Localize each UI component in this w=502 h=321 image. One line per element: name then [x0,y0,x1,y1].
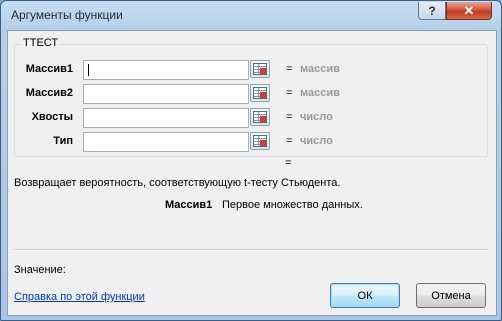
arg-row-array1: Массив1 = массив [15,60,487,80]
function-arguments-group: ТТЕСТ Массив1 = массив Массив2 = массив … [14,37,488,157]
arg-row-array2: Массив2 = массив [15,84,487,104]
arg-type-type: число [300,135,333,147]
collapse-dialog-button-array1[interactable] [250,60,270,78]
argument-help-name: Массив1 [165,199,213,211]
close-button[interactable]: ✕ [446,2,492,20]
collapse-dialog-button-tails[interactable] [250,108,270,126]
title-bar[interactable]: Аргументы функции ? ✕ [1,1,501,31]
arg-equals-type: = [286,135,293,147]
collapse-dialog-button-array2[interactable] [250,84,270,102]
arg-equals-array2: = [286,87,293,99]
dialog-window: Аргументы функции ? ✕ ТТЕСТ Массив1 = ма… [0,0,502,321]
window-title: Аргументы функции [11,8,123,22]
array2-input[interactable] [83,84,249,104]
arg-equals-array1: = [286,63,293,75]
type-input[interactable] [83,132,249,152]
arg-type-array2: массив [300,87,340,99]
arg-equals-tails: = [286,111,293,123]
tails-input[interactable] [83,108,249,128]
value-label: Значение: [14,264,66,276]
collapse-dialog-button-type[interactable] [250,132,270,150]
range-select-icon [253,135,267,147]
arg-label-type: Тип [53,135,73,147]
arg-label-array1: Массив1 [25,63,73,75]
range-select-icon [253,87,267,99]
dialog-body: ТТЕСТ Массив1 = массив Массив2 = массив … [7,30,497,316]
range-select-icon [253,111,267,123]
arg-label-array2: Массив2 [25,87,73,99]
argument-help-text: Первое множество данных. [222,199,363,211]
function-help-link[interactable]: Справка по этой функции [14,291,145,303]
help-button[interactable]: ? [418,2,446,20]
arg-type-tails: число [300,111,333,123]
divider [14,249,488,251]
arg-type-array1: массив [300,63,340,75]
function-name: ТТЕСТ [21,37,61,49]
arg-row-type: Тип = число [15,132,487,152]
range-select-icon [253,63,267,75]
ok-button[interactable]: ОК [330,283,400,308]
array1-input[interactable] [83,60,249,80]
function-description: Возвращает вероятность, соответствующую … [14,177,341,189]
arg-row-tails: Хвосты = число [15,108,487,128]
result-equals: = [285,157,292,169]
cancel-button[interactable]: Отмена [416,283,486,308]
arg-label-tails: Хвосты [31,111,73,123]
text-cursor [88,64,89,76]
